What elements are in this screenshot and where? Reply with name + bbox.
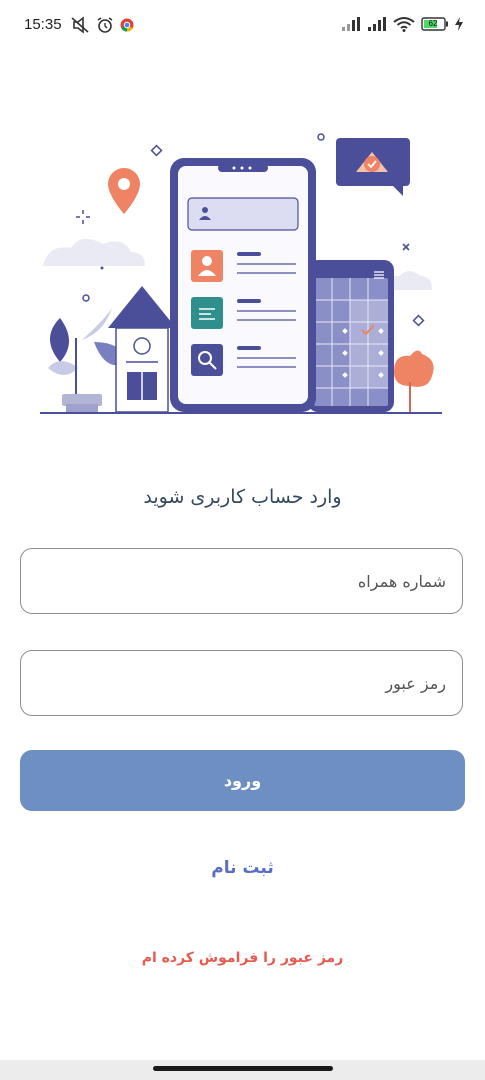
status-time: 15:35 [24,16,62,33]
home-indicator[interactable] [153,1066,333,1071]
wifi-icon [393,17,415,32]
phone-input[interactable] [21,549,462,613]
password-input[interactable] [21,651,462,715]
status-right-icons: 62 [341,16,463,32]
phone-field [20,548,463,614]
main-phone-illustration [170,158,316,412]
signal-icon [342,17,360,31]
cloud-left [43,238,145,266]
house-illustration [108,286,176,413]
forgot-password-link[interactable]: رمز عبور را فراموش کرده ام [0,950,485,966]
battery-icon: 62 [421,17,449,31]
register-link[interactable]: ثبت نام [0,858,485,878]
status-left-icons [70,16,134,34]
tree-illustration [394,350,434,412]
charging-icon [455,17,463,31]
login-illustration [40,133,442,414]
login-button[interactable]: ورود [20,750,465,811]
signal-icon [368,17,386,31]
location-pin-icon [108,168,140,214]
status-bar: 15:35 62 [0,0,485,52]
navigation-bar [0,1060,485,1080]
login-title: وارد حساب کاربری شوید [143,486,342,508]
chrome-icon [120,18,134,32]
alarm-icon [97,17,113,33]
password-field [20,650,463,716]
muted-icon [71,16,89,34]
calendar-screen-illustration [308,260,394,412]
chat-bubble-icon [336,138,410,196]
battery-level: 62 [428,19,438,28]
